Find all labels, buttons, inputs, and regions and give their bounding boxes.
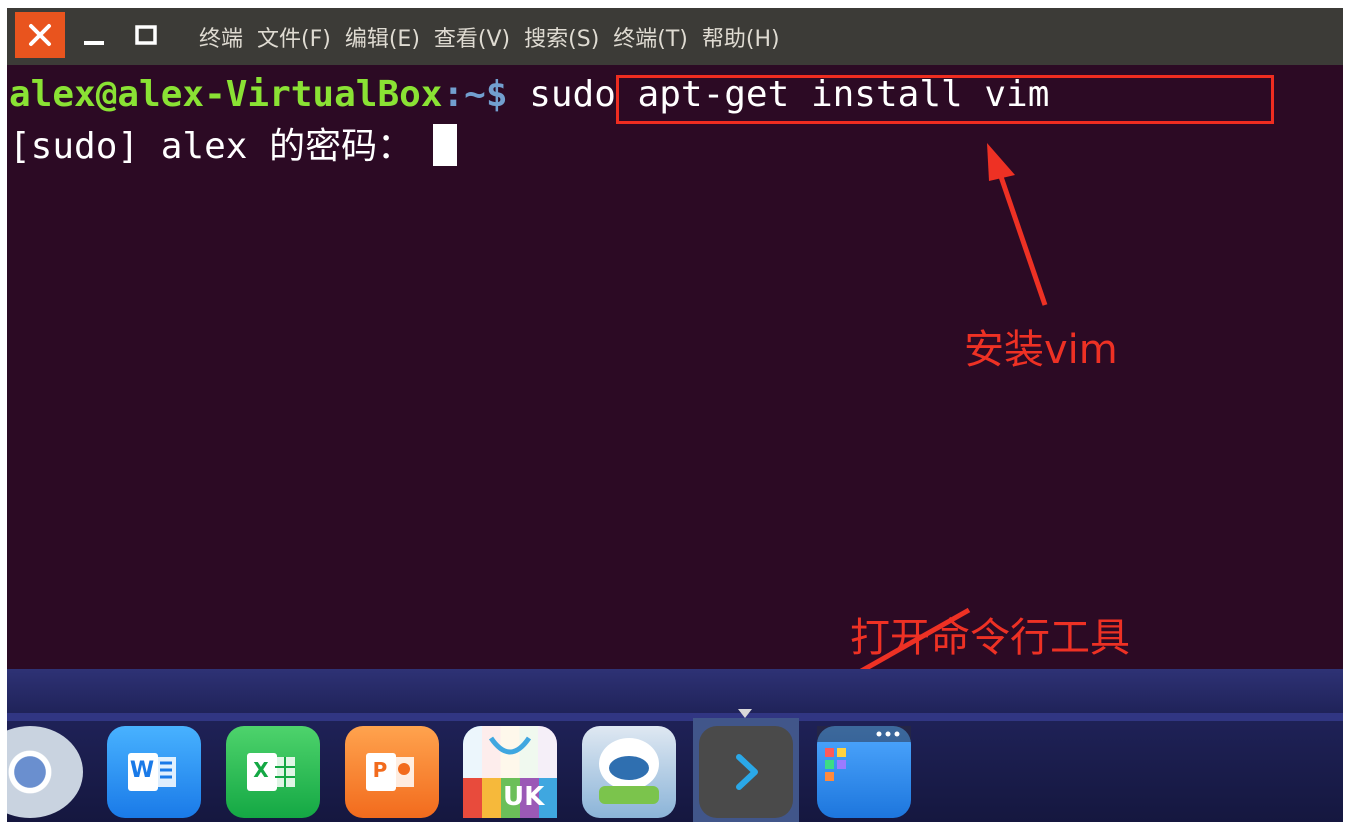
dock: W X P UK — [7, 669, 1343, 822]
active-indicator — [738, 709, 752, 718]
assistant-app[interactable] — [582, 726, 676, 818]
browser-app[interactable] — [7, 726, 83, 818]
arrow-to-command — [987, 143, 1048, 306]
file-manager-icon — [817, 726, 911, 818]
assistant-icon — [582, 726, 676, 818]
excel-letter: X — [253, 758, 269, 782]
install-annotation: 安装vim — [964, 327, 1118, 373]
word-app[interactable]: W — [107, 726, 201, 818]
command-highlight-box — [616, 75, 1274, 124]
browser-icon — [7, 726, 83, 818]
file-manager-app[interactable] — [817, 726, 911, 818]
excel-app[interactable]: X — [226, 726, 320, 818]
prompt-path: :~$ — [442, 74, 508, 115]
word-letter: W — [129, 757, 155, 783]
terminal-app[interactable] — [699, 726, 793, 818]
terminal-output[interactable]: alex@alex-VirtualBox:~$ sudo apt-get ins… — [7, 65, 1343, 669]
minimize-icon — [84, 41, 104, 45]
password-line: [sudo] alex 的密码： — [9, 123, 458, 171]
menu-terminal[interactable]: 终端(T) — [613, 21, 688, 53]
maximize-icon — [135, 25, 157, 45]
title-bar: 终端 文件(F) 编辑(E) 查看(V) 搜索(S) 终端(T) 帮助(H) — [7, 8, 1343, 65]
menu-file[interactable]: 文件(F) — [257, 21, 331, 53]
close-icon — [29, 24, 51, 46]
menu-help[interactable]: 帮助(H) — [702, 21, 780, 53]
text-cursor — [433, 124, 458, 166]
password-prompt: [sudo] alex 的密码： — [9, 126, 414, 167]
menu-edit[interactable]: 编辑(E) — [345, 21, 420, 53]
ppt-letter: P — [372, 758, 388, 782]
maximize-button[interactable] — [123, 12, 169, 58]
store-letter: UK — [503, 782, 545, 812]
prompt-user: alex@alex-VirtualBox — [9, 74, 443, 115]
menu-bar: 终端 文件(F) 编辑(E) 查看(V) 搜索(S) 终端(T) 帮助(H) — [199, 8, 794, 65]
close-button[interactable] — [15, 12, 65, 58]
terminal-window: 终端 文件(F) 编辑(E) 查看(V) 搜索(S) 终端(T) 帮助(H) a… — [7, 8, 1343, 822]
ppt-app[interactable]: P — [345, 726, 439, 818]
minimize-button[interactable] — [71, 12, 117, 58]
menu-terminal-title[interactable]: 终端 — [199, 21, 243, 53]
menu-view[interactable]: 查看(V) — [434, 21, 510, 53]
dock-divider — [7, 713, 1343, 721]
terminal-icon — [699, 726, 793, 818]
software-store-app[interactable]: UK — [463, 726, 557, 818]
menu-search[interactable]: 搜索(S) — [524, 21, 599, 53]
